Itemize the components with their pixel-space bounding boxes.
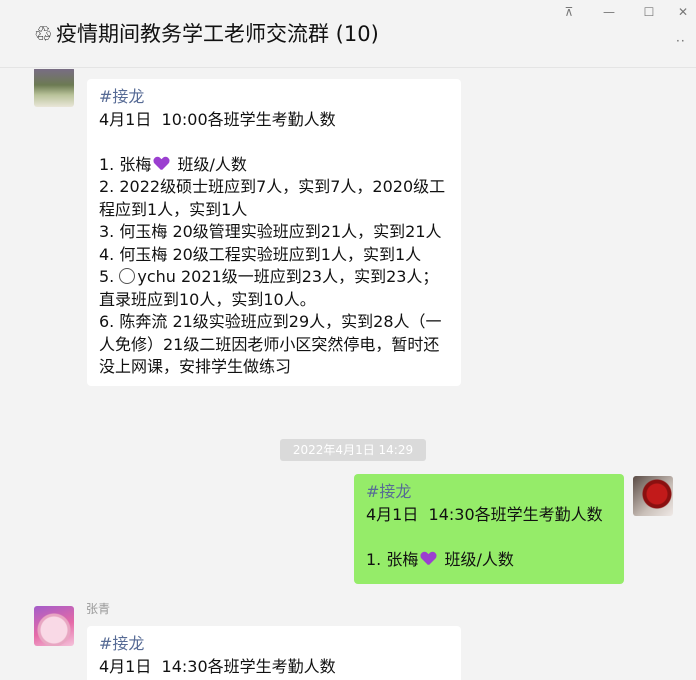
chat-history[interactable]: #接龙 4月1日 10:00各班学生考勤人数 1. 张梅 班级/人数 2. 20… <box>0 69 696 680</box>
minimize-button[interactable]: — <box>598 2 620 22</box>
solitaire-tag[interactable]: #接龙 <box>99 86 449 109</box>
timestamp: 2022年4月1日 14:29 <box>280 439 426 461</box>
item-suffix: 班级/人数 <box>172 154 247 174</box>
message-line <box>99 131 449 154</box>
item-suffix: 班级/人数 <box>439 549 514 569</box>
item-prefix: 5. <box>99 267 120 286</box>
message-line: 4. 何玉梅 20级工程实验班应到1人，实到1人 <box>99 244 422 264</box>
solitaire-tag[interactable]: #接龙 <box>99 633 449 656</box>
message-line: 4月1日 10:00各班学生考勤人数 <box>99 109 336 129</box>
close-button[interactable]: ✕ <box>672 2 694 22</box>
group-name: 疫情期间教务学工老师交流群 (10) <box>56 22 379 46</box>
message-line: 2. 2022级硕士班应到7人，实到7人，2020级工程应到1人，实到1人 <box>99 177 446 219</box>
solitaire-tag[interactable]: #接龙 <box>366 481 612 504</box>
message-line: 1. 张梅 班级/人数 <box>99 154 449 177</box>
message-line: 5. ychu 2021级一班应到23人，实到23人；直录班应到10人，实到10… <box>99 266 449 311</box>
message-line: 3. 何玉梅 20级管理实验班应到21人，实到21人 <box>99 222 442 241</box>
message-bubble[interactable]: #接龙 4月1日 14:30各班学生考勤人数 1. 张梅 班级/人数 <box>354 474 624 584</box>
message-line: 4月1日 14:30各班学生考勤人数 <box>366 504 603 524</box>
recycle-icon: ♲ <box>34 22 53 46</box>
chat-title: ♲ 疫情期间教务学工老师交流群 (10) <box>34 18 379 48</box>
purple-heart-icon <box>421 552 436 566</box>
title-bar: ♲ 疫情期间教务学工老师交流群 (10) ⊼ — ☐ ✕ ·· <box>0 0 696 68</box>
pin-icon[interactable]: ⊼ <box>558 2 580 22</box>
message-line: 6. 陈奔流 21级实验班应到29人，实到28人（一人免修）21级二班因老师小区… <box>99 312 442 376</box>
message-line: 1. 张梅 班级/人数 <box>366 549 612 572</box>
item-prefix: 1. 张梅 <box>99 154 152 174</box>
more-icon[interactable]: ·· <box>676 34 686 48</box>
item-prefix: 1. 张梅 <box>366 549 419 569</box>
message-line: 4月1日 14:30各班学生考勤人数 <box>99 656 336 676</box>
item-body: ychu 2021级一班应到23人，实到23人；直录班应到10人，实到10人。 <box>99 267 439 309</box>
maximize-button[interactable]: ☐ <box>638 2 660 22</box>
avatar[interactable] <box>34 69 74 107</box>
message-bubble[interactable]: #接龙 4月1日 10:00各班学生考勤人数 1. 张梅 班级/人数 2. 20… <box>87 79 461 386</box>
message-line <box>366 526 612 549</box>
face-emoji-icon <box>119 268 136 284</box>
purple-heart-icon <box>154 157 169 171</box>
sender-name: 张青 <box>86 602 111 616</box>
avatar[interactable] <box>633 476 673 516</box>
message-bubble[interactable]: #接龙 4月1日 14:30各班学生考勤人数 <box>87 626 461 680</box>
avatar[interactable] <box>34 606 74 646</box>
